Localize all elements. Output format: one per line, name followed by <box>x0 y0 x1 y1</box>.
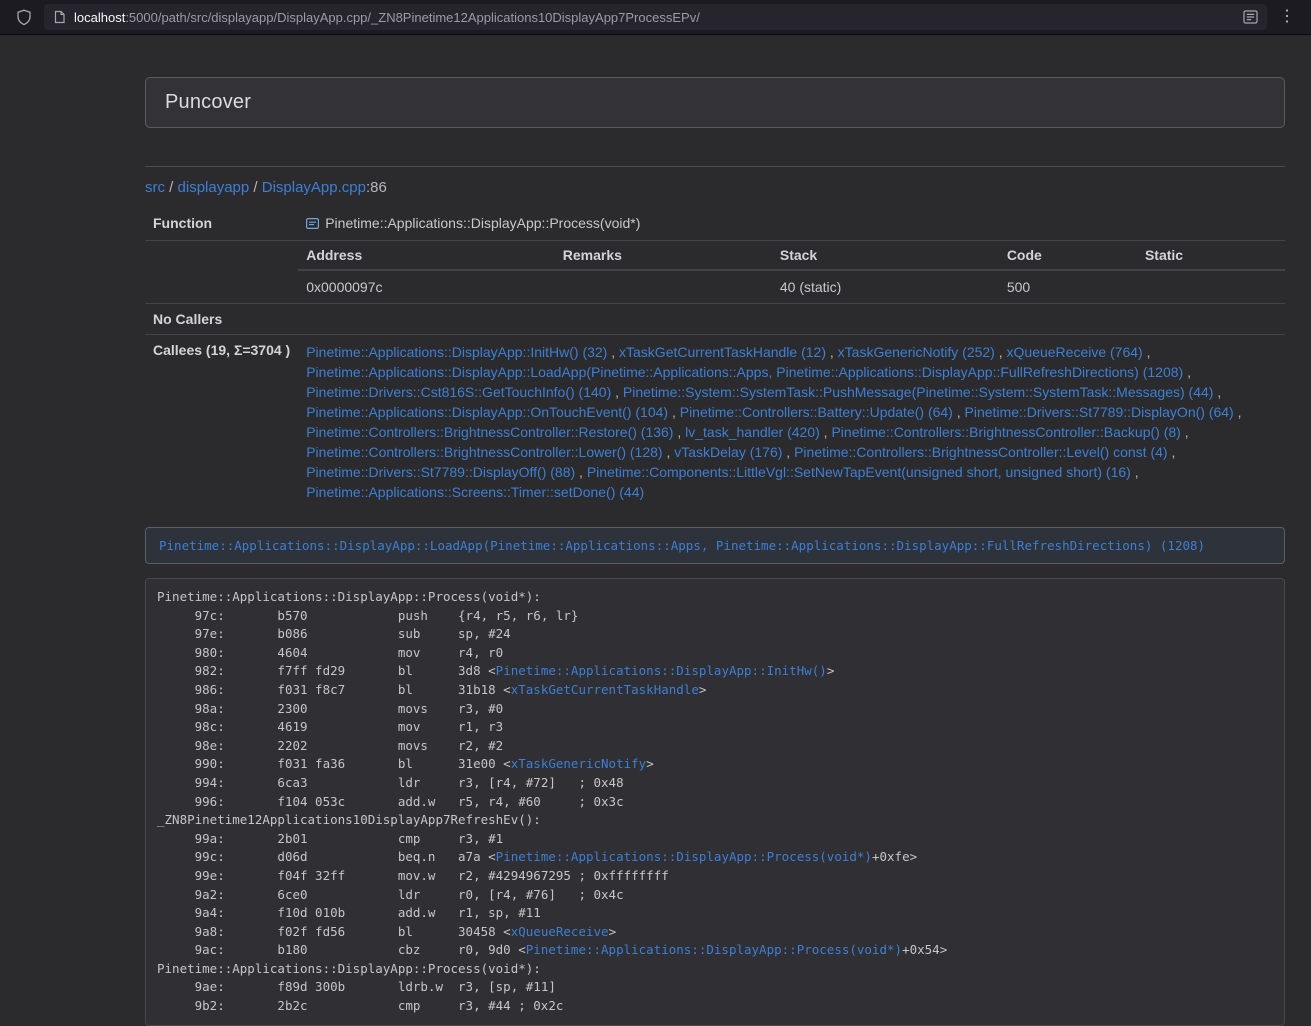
callee-separator: , <box>575 464 587 480</box>
remarks-value <box>555 270 772 303</box>
breadcrumb-link[interactable]: displayapp <box>178 179 250 196</box>
address-value: 0x0000097c <box>298 270 555 303</box>
callee-link[interactable]: Pinetime::Applications::DisplayApp::OnTo… <box>306 404 668 420</box>
col-code: Code <box>999 241 1137 270</box>
details-cell: Address Remarks Stack Code Static 0x0000… <box>298 241 1285 304</box>
callees-row: Callees (19, Σ=3704 ) Pinetime::Applicat… <box>145 335 1285 510</box>
highlight-symbol-box: Pinetime::Applications::DisplayApp::Load… <box>145 527 1285 564</box>
function-icon <box>306 217 319 233</box>
callee-link[interactable]: xTaskGetCurrentTaskHandle (12) <box>619 344 826 360</box>
callee-link[interactable]: Pinetime::Components::LittleVgl::SetNewT… <box>587 464 1131 480</box>
callee-separator: , <box>1143 344 1151 360</box>
breadcrumb-separator: / <box>165 179 178 196</box>
callee-link[interactable]: Pinetime::Drivers::St7789::DisplayOn() (… <box>965 404 1234 420</box>
url-bar[interactable]: localhost:5000/path/src/displayapp/Displ… <box>44 4 1267 30</box>
breadcrumb-line-number: :86 <box>366 179 387 196</box>
callees-label: Callees (19, Σ=3704 ) <box>145 335 298 510</box>
details-data-row: 0x0000097c 40 (static) 500 <box>298 270 1285 303</box>
col-address: Address <box>298 241 555 270</box>
divider <box>145 166 1285 167</box>
highlight-symbol-link[interactable]: Pinetime::Applications::DisplayApp::Load… <box>159 538 1205 553</box>
symbol-link[interactable]: xQueueReceive <box>511 924 609 939</box>
callees-cell: Pinetime::Applications::DisplayApp::Init… <box>298 335 1285 510</box>
callee-link[interactable]: Pinetime::Controllers::Battery::Update()… <box>680 404 953 420</box>
symbol-link[interactable]: Pinetime::Applications::DisplayApp::Proc… <box>496 849 872 864</box>
symbol-link[interactable]: xTaskGetCurrentTaskHandle <box>511 682 699 697</box>
page-container: Puncover src / displayapp / DisplayApp.c… <box>145 35 1285 1026</box>
symbol-link[interactable]: Pinetime::Applications::DisplayApp::Init… <box>496 663 827 678</box>
col-remarks: Remarks <box>555 241 772 270</box>
callee-link[interactable]: Pinetime::System::SystemTask::PushMessag… <box>623 384 1214 400</box>
browser-toolbar: localhost:5000/path/src/displayapp/Displ… <box>0 0 1311 35</box>
callee-separator: , <box>668 404 680 420</box>
details-row-label <box>145 241 298 304</box>
callee-link[interactable]: Pinetime::Drivers::Cst816S::GetTouchInfo… <box>306 384 611 400</box>
callee-separator: , <box>995 344 1007 360</box>
breadcrumb: src / displayapp / DisplayApp.cpp:86 <box>145 179 1285 196</box>
callee-separator: , <box>953 404 965 420</box>
static-value <box>1137 270 1285 303</box>
details-row: Address Remarks Stack Code Static 0x0000… <box>145 241 1285 304</box>
callee-separator: , <box>1183 364 1191 380</box>
callee-link[interactable]: lv_task_handler (420) <box>685 424 820 440</box>
url-path: :5000/path/src/displayapp/DisplayApp.cpp… <box>125 10 700 25</box>
callee-link[interactable]: vTaskDelay (176) <box>674 444 782 460</box>
callee-link[interactable]: Pinetime::Applications::Screens::Timer::… <box>306 484 644 500</box>
callee-link[interactable]: Pinetime::Drivers::St7789::DisplayOff() … <box>306 464 575 480</box>
callee-separator: , <box>782 444 794 460</box>
callee-separator: , <box>1234 404 1242 420</box>
function-row: Function Pinetime::Applications::Display… <box>145 208 1285 241</box>
details-table: Address Remarks Stack Code Static 0x0000… <box>298 241 1285 303</box>
callee-link[interactable]: Pinetime::Controllers::BrightnessControl… <box>831 424 1180 440</box>
symbol-link[interactable]: xTaskGenericNotify <box>511 756 646 771</box>
callee-separator: , <box>611 384 623 400</box>
callee-separator: , <box>1213 384 1221 400</box>
function-name: Pinetime::Applications::DisplayApp::Proc… <box>325 215 640 231</box>
page-icon <box>53 10 66 24</box>
breadcrumb-link[interactable]: src <box>145 179 165 196</box>
callee-separator: , <box>1131 464 1139 480</box>
callee-link[interactable]: Pinetime::Controllers::BrightnessControl… <box>306 424 673 440</box>
callee-link[interactable]: Pinetime::Controllers::BrightnessControl… <box>794 444 1167 460</box>
shield-icon-glyph <box>16 9 32 26</box>
callers-cell <box>298 304 1285 335</box>
callee-link[interactable]: Pinetime::Applications::DisplayApp::Load… <box>306 364 1183 380</box>
col-stack: Stack <box>772 241 999 270</box>
callee-separator: , <box>673 424 685 440</box>
shield-icon[interactable] <box>10 4 38 30</box>
function-cell: Pinetime::Applications::DisplayApp::Proc… <box>298 208 1285 241</box>
url-host: localhost <box>74 10 125 25</box>
breadcrumb-separator: / <box>249 179 262 196</box>
menu-icon[interactable]: ⋮ <box>1273 4 1301 30</box>
breadcrumb-link[interactable]: DisplayApp.cpp <box>262 179 366 196</box>
url-text: localhost:5000/path/src/displayapp/Displ… <box>74 10 1235 25</box>
app-title: Puncover <box>165 91 1265 114</box>
function-label: Function <box>145 208 298 241</box>
callers-row: No Callers <box>145 304 1285 335</box>
function-table: Function Pinetime::Applications::Display… <box>145 208 1285 509</box>
callee-separator: , <box>1181 424 1189 440</box>
callee-link[interactable]: Pinetime::Controllers::BrightnessControl… <box>306 444 662 460</box>
symbol-link[interactable]: Pinetime::Applications::DisplayApp::Proc… <box>526 942 902 957</box>
details-header-row: Address Remarks Stack Code Static <box>298 241 1285 270</box>
code-value: 500 <box>999 270 1137 303</box>
callee-separator: , <box>663 444 675 460</box>
disassembly: Pinetime::Applications::DisplayApp::Proc… <box>145 578 1285 1026</box>
callee-separator: , <box>607 344 619 360</box>
col-static: Static <box>1137 241 1285 270</box>
no-callers-label: No Callers <box>145 304 298 335</box>
reader-mode-icon[interactable] <box>1243 10 1258 24</box>
callee-separator: , <box>826 344 838 360</box>
app-header: Puncover <box>145 77 1285 128</box>
callee-separator: , <box>820 424 832 440</box>
callee-link[interactable]: xTaskGenericNotify (252) <box>838 344 995 360</box>
stack-value: 40 (static) <box>772 270 999 303</box>
callee-link[interactable]: Pinetime::Applications::DisplayApp::Init… <box>306 344 607 360</box>
callee-separator: , <box>1168 444 1176 460</box>
callee-link[interactable]: xQueueReceive (764) <box>1007 344 1143 360</box>
